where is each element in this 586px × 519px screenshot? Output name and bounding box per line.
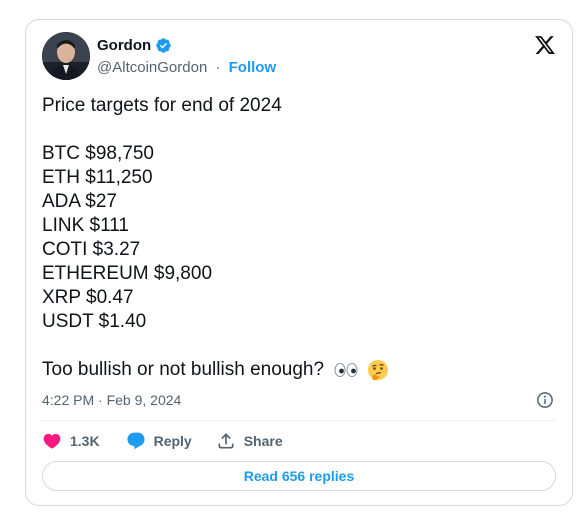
reply-bubble-icon (127, 432, 145, 450)
share-button[interactable]: Share (216, 431, 283, 451)
share-label: Share (243, 433, 283, 449)
share-icon (218, 433, 234, 449)
reply-label: Reply (153, 433, 192, 449)
like-button[interactable]: 1.3K (42, 431, 100, 451)
price-target-line: COTI $3.27 (42, 239, 141, 260)
thinking-face-emoji-icon (367, 359, 388, 381)
tweet-outro: Too bullish or not bullish enough? (42, 359, 325, 380)
x-logo-icon[interactable] (534, 34, 556, 56)
read-replies-button[interactable]: Read 656 replies (42, 461, 556, 491)
tweet-spacer (42, 118, 552, 142)
price-target-line: XRP $0.47 (42, 287, 134, 308)
price-target-line: USDT $1.40 (42, 311, 147, 332)
verified-badge-icon (156, 38, 171, 53)
like-count: 1.3K (70, 433, 100, 449)
heart-icon (43, 433, 61, 449)
author-handle-row: @AltcoinGordon · Follow (97, 59, 276, 76)
divider (42, 420, 556, 421)
tweet-text: Price targets for end of 2024 BTC $98,75… (42, 94, 552, 382)
reply-button[interactable]: Reply (126, 431, 192, 451)
tweet-intro: Price targets for end of 2024 (42, 95, 282, 116)
price-target-line: ETHEREUM $9,800 (42, 263, 213, 284)
author-handle[interactable]: @AltcoinGordon (97, 59, 207, 76)
price-target-line: ADA $27 (42, 191, 117, 212)
avatar[interactable] (42, 32, 90, 80)
tweet-card: Gordon @AltcoinGordon · Follow Price tar… (25, 19, 573, 506)
tweet-timestamp[interactable]: 4:22 PM · Feb 9, 2024 (42, 392, 181, 408)
info-icon[interactable] (536, 391, 554, 409)
price-target-line: ETH $11,250 (42, 167, 153, 188)
tweet-spacer (42, 334, 552, 358)
handle-separator: · (215, 59, 221, 76)
follow-button[interactable]: Follow (229, 59, 277, 76)
avatar-photo (42, 32, 90, 80)
eyes-emoji-icon (334, 362, 358, 377)
price-target-line: BTC $98,750 (42, 143, 154, 164)
tweet-outro-line: Too bullish or not bullish enough? (42, 358, 552, 382)
author-name-row: Gordon (97, 37, 172, 54)
tweet-actions: 1.3K Reply Share (42, 431, 283, 451)
price-target-line: LINK $111 (42, 215, 129, 236)
author-name[interactable]: Gordon (97, 37, 151, 54)
